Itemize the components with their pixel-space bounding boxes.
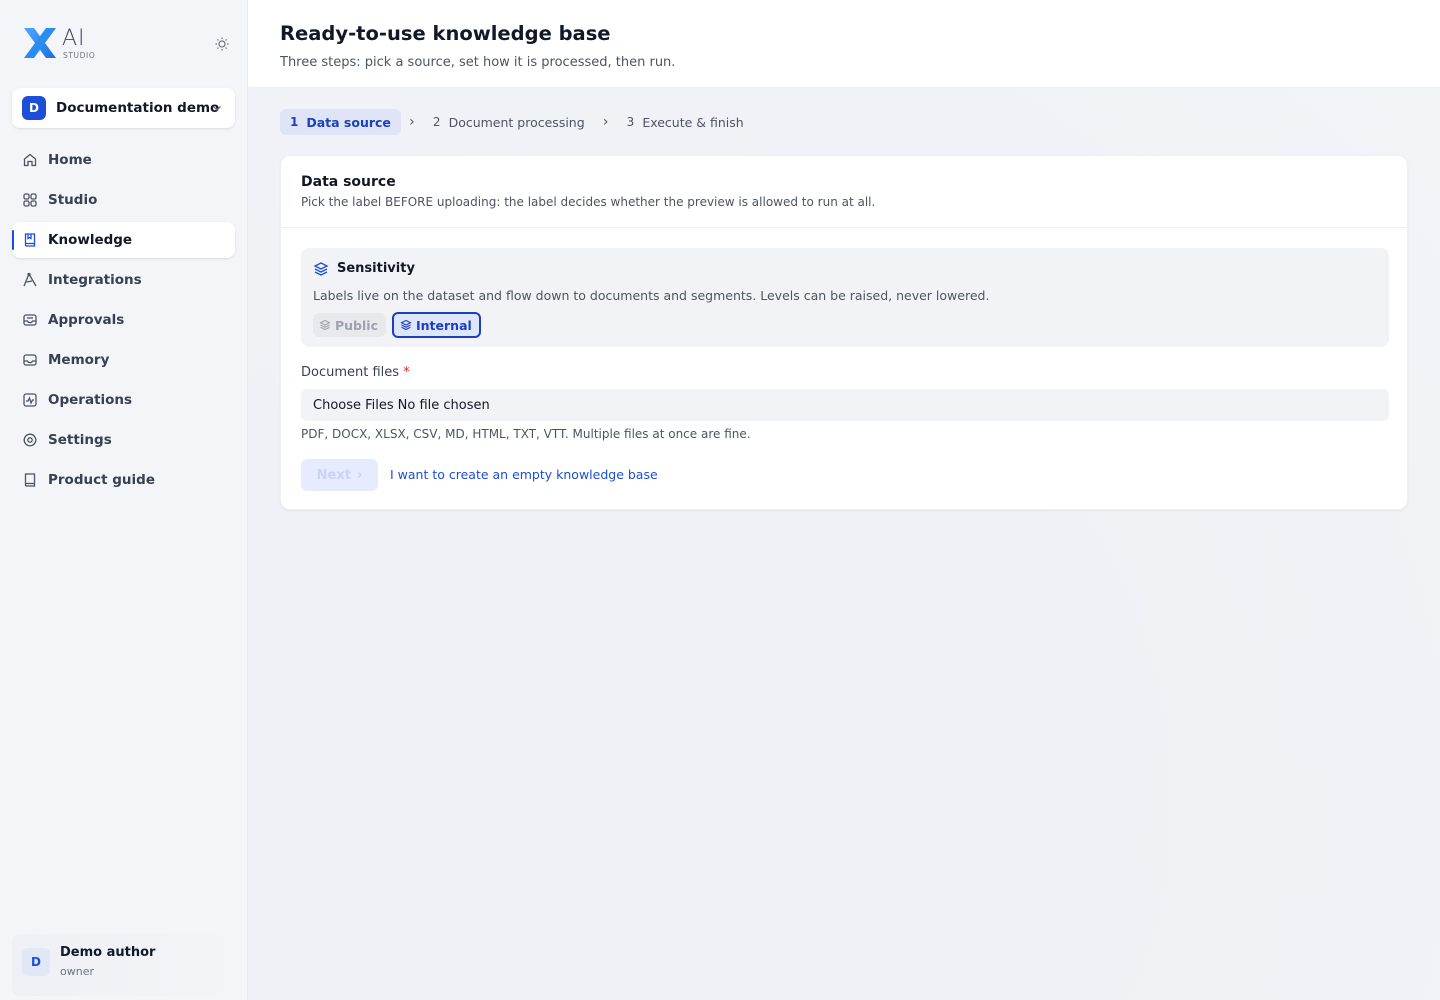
choose-files-button[interactable]: Choose Files <box>313 398 394 413</box>
main-content: Ready-to-use knowledge base Three steps:… <box>248 0 1440 1000</box>
activity-icon <box>23 393 37 407</box>
avatar: D <box>22 948 50 976</box>
workspace-name: Documentation demo <box>56 100 220 116</box>
sidebar-item-label: Studio <box>48 192 98 208</box>
workspace-avatar: D <box>22 96 46 120</box>
sidebar-item-product-guide[interactable]: Product guide <box>12 462 235 498</box>
layers-icon <box>400 319 412 331</box>
book-icon <box>24 233 36 247</box>
step-label: Execute & finish <box>642 114 744 130</box>
card-description: Pick the label BEFORE uploading: the lab… <box>301 195 876 209</box>
option-label: Internal <box>416 317 472 333</box>
sidebar-item-label: Product guide <box>48 472 155 488</box>
document-files-input[interactable]: Choose Files No file chosen <box>301 389 1389 421</box>
stepper: 1 Data source › 2 Document processing › … <box>280 109 754 135</box>
sensitivity-title: Sensitivity <box>337 261 415 276</box>
layers-icon <box>319 319 331 331</box>
logo-text: AI <box>62 26 86 51</box>
sidebar-item-knowledge[interactable]: Knowledge <box>12 222 235 258</box>
user-profile[interactable]: D Demo author owner <box>12 934 244 996</box>
sidebar-nav: Home Studio Knowledge Integrations Appro… <box>12 142 235 502</box>
guide-icon <box>24 473 36 487</box>
home-icon <box>23 153 37 167</box>
step-number: 1 <box>290 115 299 129</box>
step-number: 3 <box>626 115 635 129</box>
sidebar-item-label: Approvals <box>48 312 125 328</box>
sensitivity-panel: Sensitivity Labels live on the dataset a… <box>301 248 1389 347</box>
sidebar-item-home[interactable]: Home <box>12 142 235 178</box>
next-label: Next <box>316 467 351 483</box>
sidebar-item-settings[interactable]: Settings <box>12 422 235 458</box>
workspace-switcher[interactable]: D Documentation demo <box>12 88 235 128</box>
x-logo-icon <box>24 28 56 58</box>
sidebar-item-integrations[interactable]: Integrations <box>12 262 235 298</box>
sidebar-item-label: Integrations <box>48 272 142 288</box>
grid-icon <box>23 193 37 207</box>
user-name: Demo author <box>60 945 156 960</box>
user-role: owner <box>60 965 94 978</box>
create-empty-kb-link[interactable]: I want to create an empty knowledge base <box>390 467 658 482</box>
sidebar-item-label: Memory <box>48 352 110 368</box>
document-files-label: Document files * <box>301 365 410 380</box>
sensitivity-options: Public Internal <box>313 312 481 338</box>
sensitivity-option-public[interactable]: Public <box>313 313 386 337</box>
sidebar-item-approvals[interactable]: Approvals <box>12 302 235 338</box>
card-header: Data source Pick the label BEFORE upload… <box>281 156 1407 228</box>
page-subtitle: Three steps: pick a source, set how it i… <box>280 55 676 70</box>
chevron-down-icon <box>213 106 221 111</box>
option-label: Public <box>335 317 378 333</box>
layers-icon <box>313 262 329 276</box>
next-button[interactable]: Next › <box>301 459 378 491</box>
sensitivity-option-internal[interactable]: Internal <box>392 312 481 338</box>
page-header: Ready-to-use knowledge base Three steps:… <box>248 0 1440 88</box>
sidebar: AI STUDIO D Documentation demo Home Stud… <box>0 0 248 1000</box>
sidebar-item-memory[interactable]: Memory <box>12 342 235 378</box>
inbox-icon <box>23 314 37 326</box>
step-execute-finish[interactable]: 3 Execute & finish <box>617 109 754 135</box>
archive-icon <box>23 354 37 366</box>
step-document-processing[interactable]: 2 Document processing <box>423 109 595 135</box>
logo-subtext: STUDIO <box>63 51 96 60</box>
sun-icon[interactable] <box>214 36 230 52</box>
data-source-card: Data source Pick the label BEFORE upload… <box>280 155 1408 510</box>
sidebar-item-label: Home <box>48 152 92 168</box>
files-label-text: Document files <box>301 365 400 380</box>
card-title: Data source <box>301 174 396 190</box>
sensitivity-description: Labels live on the dataset and flow down… <box>313 288 990 303</box>
step-data-source[interactable]: 1 Data source <box>280 109 401 135</box>
sidebar-item-operations[interactable]: Operations <box>12 382 235 418</box>
chevron-right-icon: › <box>409 114 415 130</box>
step-label: Document processing <box>448 114 585 130</box>
sidebar-item-label: Settings <box>48 432 112 448</box>
required-marker: * <box>403 365 410 380</box>
gear-icon <box>23 433 37 447</box>
sidebar-item-studio[interactable]: Studio <box>12 182 235 218</box>
brand-logo[interactable]: AI STUDIO <box>22 26 112 62</box>
step-number: 2 <box>432 115 441 129</box>
chevron-right-icon: › <box>602 114 609 130</box>
chevron-right-icon: › <box>356 467 363 483</box>
sidebar-item-label: Knowledge <box>48 232 133 248</box>
step-label: Data source <box>306 114 391 130</box>
plug-icon <box>23 272 37 287</box>
file-status: No file chosen <box>397 397 490 413</box>
files-hint: PDF, DOCX, XLSX, CSV, MD, HTML, TXT, VTT… <box>301 427 751 441</box>
page-title: Ready-to-use knowledge base <box>280 22 611 45</box>
sidebar-item-label: Operations <box>48 392 133 408</box>
